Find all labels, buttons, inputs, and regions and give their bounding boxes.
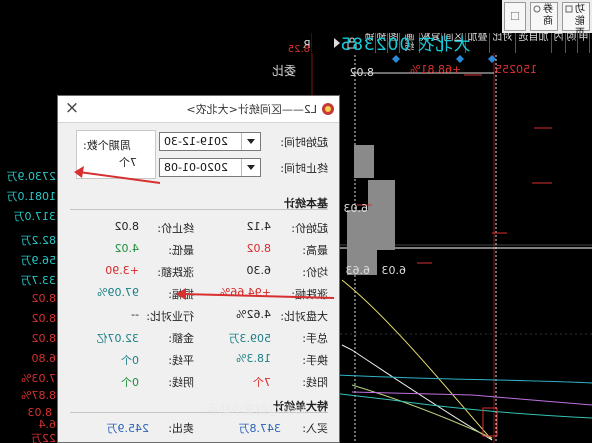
- buy-label: 买入:: [302, 422, 328, 435]
- stat-value-right: +3.90: [105, 264, 139, 277]
- order-book-value: 2730.9万: [6, 170, 57, 183]
- weibi-label: 委比: [272, 64, 297, 78]
- order-book-value: 8.02: [31, 332, 57, 345]
- broker-label: 券商: [543, 4, 553, 27]
- indicator-line-cyan: [311, 373, 592, 384]
- dialog-title: L2——区间统计<大北农>: [186, 103, 317, 116]
- buy-value: 347.8万: [238, 422, 282, 435]
- stat-value-right: 32.07亿: [96, 332, 140, 345]
- period-count-label: 周期个数:: [83, 139, 131, 152]
- weibi-volume: 150255: [495, 63, 537, 76]
- order-book-value: 8.87%: [21, 389, 56, 402]
- stat-label-left: 大盘对比:: [280, 310, 328, 323]
- stat-value-left: 7个: [253, 376, 271, 389]
- section-divider: [70, 209, 328, 210]
- cursor-price-label: 8.02: [349, 66, 375, 79]
- stat-value-right: --: [131, 308, 139, 321]
- period-count-value: 7个: [119, 156, 137, 169]
- stat-label-left: 最高:: [302, 244, 328, 257]
- order-book-value: 82.2万: [20, 234, 57, 247]
- order-book-value: 6.80: [31, 352, 57, 365]
- app-window: 功能页 券商 申 购 内 加自选 对比 叠加 区间 复权 画线 图 预 锁 R: [0, 0, 592, 443]
- stat-value-right: 0个: [121, 354, 139, 367]
- stat-value-right: 97.09%: [97, 286, 139, 299]
- stat-label-right: 终止价:: [157, 222, 194, 235]
- start-time-value: 2019-12-30: [164, 135, 228, 148]
- stat-value-left: +94.66%: [219, 286, 271, 299]
- sell-value: 245.9万: [106, 422, 150, 435]
- stat-value-left: 4.12: [246, 220, 272, 233]
- stat-label-right: 平线:: [168, 354, 194, 367]
- stat-value-left: 4.62%: [236, 308, 271, 321]
- range-high-label: 6.63: [345, 264, 371, 277]
- weibi-row: 委比 +68.81% 150255: [270, 60, 592, 80]
- dialog-titlebar[interactable]: L2——区间统计<大北农> ×: [58, 96, 339, 123]
- window-icon: [511, 12, 519, 20]
- tab-add-watchlist[interactable]: 加自选: [516, 33, 552, 53]
- stat-label-left: 涨跌幅:: [291, 288, 328, 301]
- stat-value-left: 18.3%: [236, 352, 271, 365]
- window-button[interactable]: [504, 2, 526, 31]
- end-time-select[interactable]: 2020-01-08: [159, 158, 261, 177]
- stat-label-left: 均价:: [302, 266, 328, 279]
- order-book-value: 22万: [31, 432, 56, 443]
- function-page-button[interactable]: 功能页: [562, 2, 590, 39]
- weibi-percent: +68.81%: [410, 63, 462, 76]
- block-price-label: 6.03: [343, 202, 369, 215]
- stat-value-left: 6.30: [246, 264, 272, 277]
- stat-label-left: 换手:: [302, 354, 328, 367]
- end-time-value: 2020-01-08: [164, 161, 228, 174]
- indicator-line-purple: [351, 391, 592, 406]
- sell-label: 卖出:: [168, 422, 194, 435]
- app-logo-icon: [322, 103, 334, 115]
- range-low-label: 6.03: [381, 264, 407, 277]
- order-book-value: 56.9万: [20, 254, 57, 267]
- order-book-value: 8.02: [31, 312, 57, 325]
- order-book-value: 1081.0万: [6, 190, 57, 203]
- start-time-select[interactable]: 2019-12-30: [159, 132, 261, 151]
- stat-label-right: 阴线:: [168, 376, 194, 389]
- stat-label-right: 金额:: [168, 332, 194, 345]
- order-book-value: 317.0万: [13, 210, 57, 223]
- top-price-label: 8.25: [287, 44, 310, 55]
- start-time-label: 起始时间:: [280, 136, 328, 149]
- stock-title: 大北农 002385: [339, 35, 471, 55]
- tab-buy[interactable]: 购: [566, 33, 578, 53]
- stat-label-right: 涨跌额:: [157, 266, 194, 279]
- stat-label-left: 阳线:: [302, 376, 328, 389]
- mirrored-screen: 功能页 券商 申 购 内 加自选 对比 叠加 区间 复权 画线 图 预 锁 R: [0, 0, 592, 443]
- order-book-value: 7.03%: [21, 372, 56, 385]
- broker-button[interactable]: 券商: [530, 2, 558, 31]
- stat-value-right: 4.02: [114, 242, 140, 255]
- watermark: 知乎 @财富小助手: [207, 403, 307, 417]
- stat-label-right: 行业对比:: [146, 310, 194, 323]
- tab-inner[interactable]: 内: [552, 33, 566, 53]
- order-book-value: 33.7万: [20, 274, 57, 287]
- stat-value-right: 8.02: [114, 220, 140, 233]
- toolbar: 功能页 券商: [502, 0, 592, 39]
- close-icon[interactable]: ×: [62, 98, 82, 118]
- range-block: [354, 145, 374, 178]
- tab-apply[interactable]: 申: [578, 33, 590, 53]
- stat-label-right: 振幅:: [168, 288, 194, 301]
- stat-label-left: 总手:: [302, 332, 328, 345]
- broker-icon: [533, 5, 541, 13]
- indicator-line-yellow: [341, 279, 493, 441]
- end-time-label: 终止时间:: [280, 162, 328, 175]
- stat-label-right: 最低:: [168, 244, 194, 257]
- tab-compare[interactable]: 对比: [490, 33, 516, 53]
- period-count-box: 周期个数: 7个: [76, 130, 156, 179]
- chevron-down-icon[interactable]: [241, 133, 260, 150]
- stat-value-right: 0个: [121, 376, 139, 389]
- stat-value-left: 8.02: [246, 242, 272, 255]
- order-book-value: 8.02: [31, 292, 57, 305]
- stat-value-left: 509.3万: [228, 332, 272, 345]
- page-icon: [565, 5, 573, 13]
- stat-label-left: 起始价:: [291, 222, 328, 235]
- chevron-down-icon[interactable]: [241, 159, 260, 176]
- range-stats-dialog[interactable]: L2——区间统计<大北农> × 起始时间: 2019-12-30 终止时间: 2…: [57, 95, 340, 443]
